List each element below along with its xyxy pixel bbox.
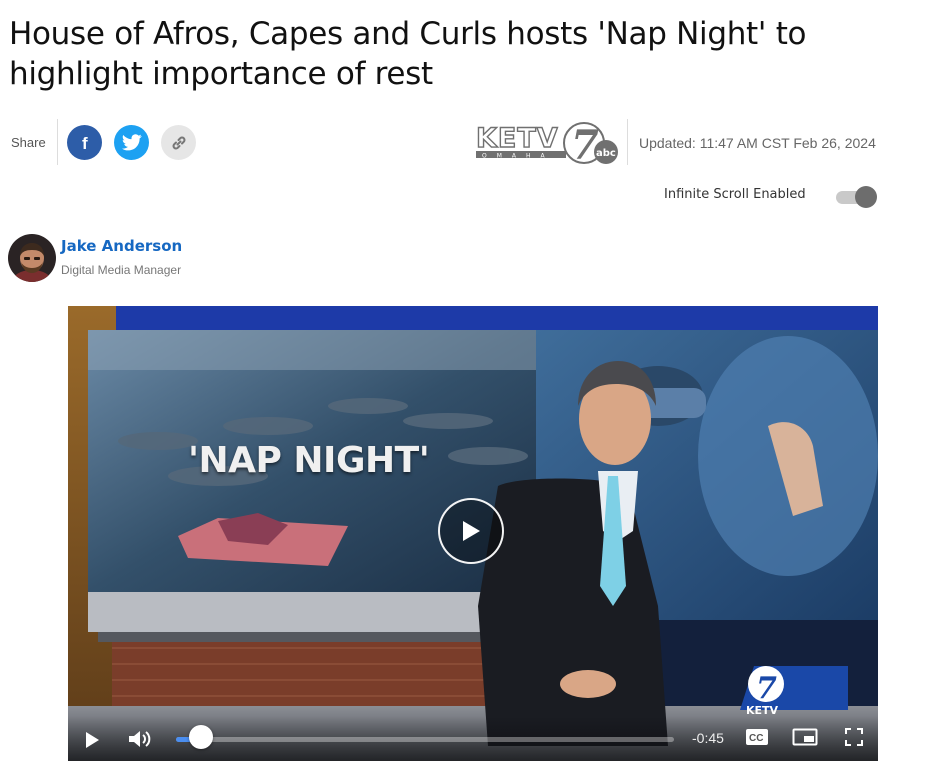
- facebook-share-button[interactable]: f: [67, 125, 102, 160]
- logo-network: abc: [596, 148, 616, 159]
- bug-number: 7: [756, 671, 777, 706]
- volume-button[interactable]: [126, 726, 154, 752]
- captions-label: CC: [749, 733, 763, 744]
- infinite-scroll-toggle[interactable]: [834, 186, 878, 208]
- twitter-icon: [121, 134, 142, 151]
- captions-icon: CC: [746, 729, 768, 745]
- ketv-channel-bug: 7 KETV: [740, 666, 848, 717]
- volume-icon: [129, 731, 151, 747]
- logo-city: OMAHA: [482, 153, 555, 160]
- progress-scrubber[interactable]: [188, 725, 213, 749]
- ketv-logo[interactable]: KETV OMAHA 7 abc: [474, 118, 622, 168]
- fullscreen-icon: [845, 728, 863, 746]
- video-player[interactable]: 'NAP NIGHT' 7 KETV -0:45 CC: [68, 306, 878, 761]
- logo-wordmark: KETV: [476, 123, 559, 154]
- time-remaining: -0:45: [692, 730, 724, 746]
- share-divider: [57, 119, 58, 165]
- infinite-scroll-label: Infinite Scroll Enabled: [664, 187, 806, 202]
- video-control-bar: -0:45 CC: [68, 716, 878, 761]
- video-overlay-text: 'NAP NIGHT': [188, 440, 430, 481]
- author-name-link[interactable]: Jake Anderson: [61, 237, 182, 255]
- fullscreen-button[interactable]: [842, 726, 866, 748]
- author-avatar[interactable]: [8, 234, 56, 282]
- copy-link-button[interactable]: [161, 125, 196, 160]
- picture-in-picture-icon: [792, 728, 818, 746]
- share-label: Share: [11, 135, 46, 150]
- updated-timestamp: Updated: 11:47 AM CST Feb 26, 2024: [639, 135, 876, 151]
- article-headline: House of Afros, Capes and Curls hosts 'N…: [9, 16, 807, 92]
- link-icon: [172, 136, 185, 149]
- control-play-button[interactable]: [80, 728, 104, 752]
- logo-divider: [627, 119, 628, 165]
- progress-bar[interactable]: [176, 737, 674, 742]
- big-play-button[interactable]: [438, 498, 504, 564]
- facebook-icon: f: [82, 134, 88, 152]
- play-icon: [463, 521, 480, 541]
- twitter-share-button[interactable]: [114, 125, 149, 160]
- toggle-knob[interactable]: [855, 186, 877, 208]
- logo-channel-number: 7: [571, 122, 599, 168]
- author-title: Digital Media Manager: [61, 263, 182, 277]
- svg-text:f: f: [82, 134, 88, 152]
- play-icon: [86, 732, 99, 748]
- picture-in-picture-button[interactable]: [791, 726, 819, 748]
- captions-button[interactable]: CC: [744, 726, 770, 748]
